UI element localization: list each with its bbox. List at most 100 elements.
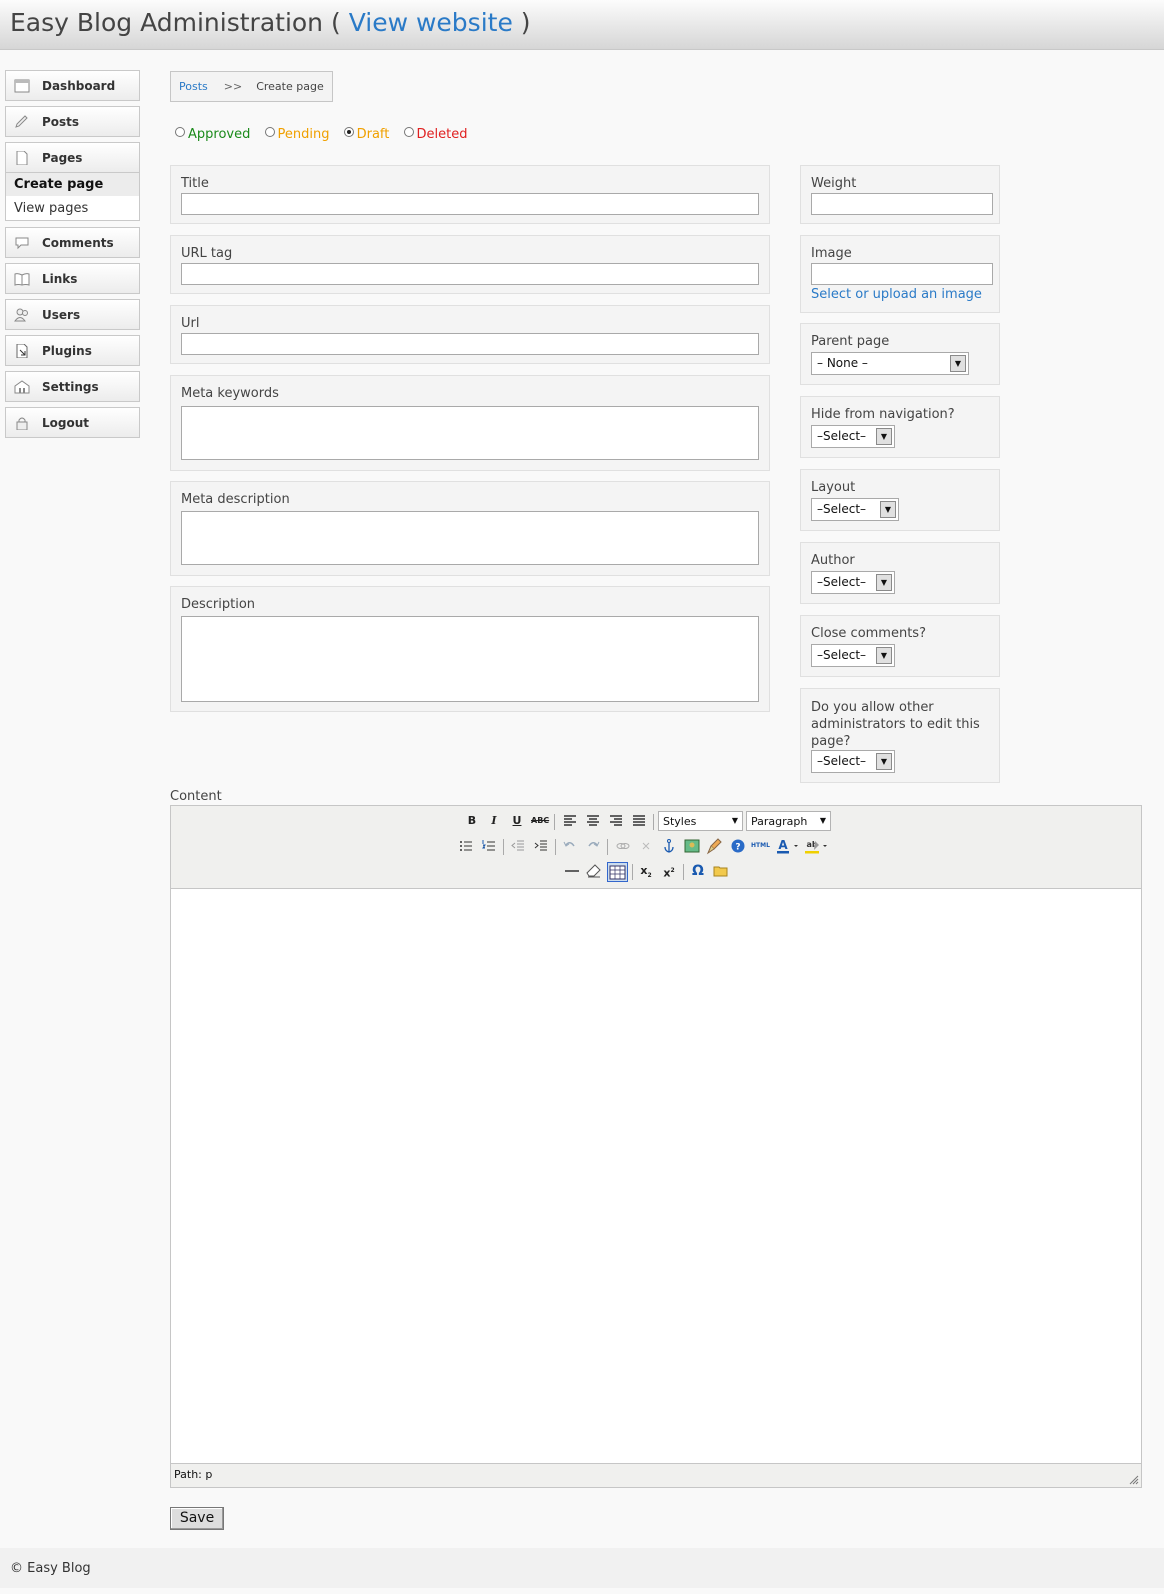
meta-description-field-box: Meta description: [170, 481, 770, 576]
underline-icon[interactable]: U: [508, 812, 526, 830]
pencil-icon: [15, 115, 28, 128]
users-icon: [14, 308, 28, 322]
layout-label: Layout: [811, 480, 856, 495]
rich-text-editor: B I U ABC Styles▼ Paragraph▼ ? HTML A: [170, 805, 1142, 1488]
toolbar-separator: [632, 864, 633, 880]
breadcrumb-posts-link[interactable]: Posts: [179, 80, 208, 93]
redo-icon[interactable]: [584, 837, 602, 855]
sidebar-item-dashboard[interactable]: Dashboard: [5, 70, 140, 101]
folder-icon[interactable]: [712, 862, 730, 880]
page-title: Easy Blog Administration ( View website …: [10, 8, 531, 37]
undo-icon[interactable]: [561, 837, 579, 855]
unlink-icon[interactable]: [637, 837, 655, 855]
layout-field-box: Layout –Select– ▼: [800, 469, 1000, 531]
status-radio-group: Approved Pending Draft Deleted: [175, 127, 478, 142]
sidebar-item-plugins[interactable]: Plugins: [5, 335, 140, 366]
resize-handle-icon[interactable]: [1129, 1475, 1139, 1485]
url-tag-input[interactable]: [181, 263, 759, 285]
sidebar: Dashboard Posts Pages Create page View p…: [5, 70, 140, 443]
anchor-icon[interactable]: [660, 837, 678, 855]
close-comments-select[interactable]: –Select– ▼: [811, 644, 895, 667]
hide-nav-label: Hide from navigation?: [811, 407, 955, 422]
submenu-view-pages[interactable]: View pages: [6, 196, 139, 220]
bullet-list-icon[interactable]: [457, 837, 475, 855]
sidebar-item-comments[interactable]: Comments: [5, 227, 140, 258]
settings-icon: [14, 380, 30, 394]
copyright-text: © Easy Blog: [10, 1561, 91, 1576]
meta-keywords-textarea[interactable]: [181, 406, 759, 460]
save-button[interactable]: Save: [170, 1507, 224, 1530]
status-deleted[interactable]: Deleted: [403, 127, 468, 142]
radio-pending[interactable]: [264, 127, 275, 137]
author-select[interactable]: –Select– ▼: [811, 571, 895, 594]
weight-input[interactable]: [811, 193, 993, 215]
status-pending[interactable]: Pending: [264, 127, 329, 142]
url-input[interactable]: [181, 333, 759, 355]
chevron-down-icon: ▼: [876, 647, 892, 664]
weight-field-box: Weight: [800, 165, 1000, 224]
text-color-icon[interactable]: A: [775, 837, 801, 855]
highlight-color-icon[interactable]: ab: [803, 837, 831, 855]
superscript-icon[interactable]: x2: [660, 862, 678, 880]
hide-nav-select[interactable]: –Select– ▼: [811, 425, 895, 448]
strikethrough-icon[interactable]: ABC: [531, 812, 549, 830]
view-website-link[interactable]: View website: [349, 8, 513, 37]
sidebar-item-links[interactable]: Links: [5, 263, 140, 294]
italic-icon[interactable]: I: [485, 812, 503, 830]
sidebar-item-posts[interactable]: Posts: [5, 106, 140, 137]
status-approved[interactable]: Approved: [175, 127, 250, 142]
align-center-icon[interactable]: [584, 812, 602, 830]
description-label: Description: [181, 597, 256, 612]
select-upload-image-link[interactable]: Select or upload an image: [811, 287, 982, 302]
image-label: Image: [811, 246, 852, 261]
url-tag-field-box: URL tag: [170, 235, 770, 294]
indent-icon[interactable]: [532, 837, 550, 855]
align-justify-icon[interactable]: [630, 812, 648, 830]
toolbar-separator: [607, 839, 608, 855]
image-input[interactable]: [811, 263, 993, 285]
meta-description-label: Meta description: [181, 492, 290, 507]
parent-page-select[interactable]: – None – ▼: [811, 352, 969, 375]
content-label: Content: [170, 789, 222, 804]
submenu-create-page[interactable]: Create page: [6, 172, 139, 196]
toolbar-separator: [653, 814, 654, 830]
table-icon[interactable]: [607, 862, 628, 882]
allow-admins-label: Do you allow other administrators to edi…: [811, 700, 980, 749]
bold-icon[interactable]: B: [463, 812, 481, 830]
horizontal-rule-icon[interactable]: [563, 862, 581, 880]
cleanup-icon[interactable]: [706, 837, 724, 855]
sidebar-item-users[interactable]: Users: [5, 299, 140, 330]
editor-toolbar: B I U ABC Styles▼ Paragraph▼ ? HTML A: [171, 806, 1141, 889]
special-character-icon[interactable]: Ω: [689, 862, 707, 880]
toolbar-separator: [555, 839, 556, 855]
page-icon: [16, 151, 28, 165]
radio-deleted[interactable]: [403, 127, 414, 137]
outdent-icon[interactable]: [509, 837, 527, 855]
title-input[interactable]: [181, 193, 759, 215]
sidebar-item-settings[interactable]: Settings: [5, 371, 140, 402]
radio-approved[interactable]: [175, 127, 185, 137]
radio-draft[interactable]: [343, 127, 354, 137]
styles-dropdown[interactable]: Styles ▼: [658, 811, 743, 831]
allow-admins-select[interactable]: –Select– ▼: [811, 750, 895, 773]
image-icon[interactable]: [683, 837, 701, 855]
editor-content-area[interactable]: [171, 889, 1141, 1463]
subscript-icon[interactable]: x2: [637, 862, 655, 880]
help-icon[interactable]: ?: [729, 837, 747, 855]
description-textarea[interactable]: [181, 616, 759, 702]
sidebar-item-pages[interactable]: Pages: [5, 142, 140, 173]
breadcrumb: Posts >> Create page: [170, 71, 333, 102]
eraser-icon[interactable]: [585, 862, 603, 880]
description-field-box: Description: [170, 586, 770, 712]
layout-select[interactable]: –Select– ▼: [811, 498, 899, 521]
format-dropdown[interactable]: Paragraph ▼: [746, 811, 831, 831]
numbered-list-icon[interactable]: [480, 837, 498, 855]
align-left-icon[interactable]: [561, 812, 579, 830]
html-source-icon[interactable]: HTML: [751, 837, 770, 855]
sidebar-item-logout[interactable]: Logout: [5, 407, 140, 438]
align-right-icon[interactable]: [607, 812, 625, 830]
meta-description-textarea[interactable]: [181, 511, 759, 565]
status-draft[interactable]: Draft: [343, 127, 389, 142]
link-icon[interactable]: [614, 837, 632, 855]
svg-text:A: A: [778, 838, 788, 852]
